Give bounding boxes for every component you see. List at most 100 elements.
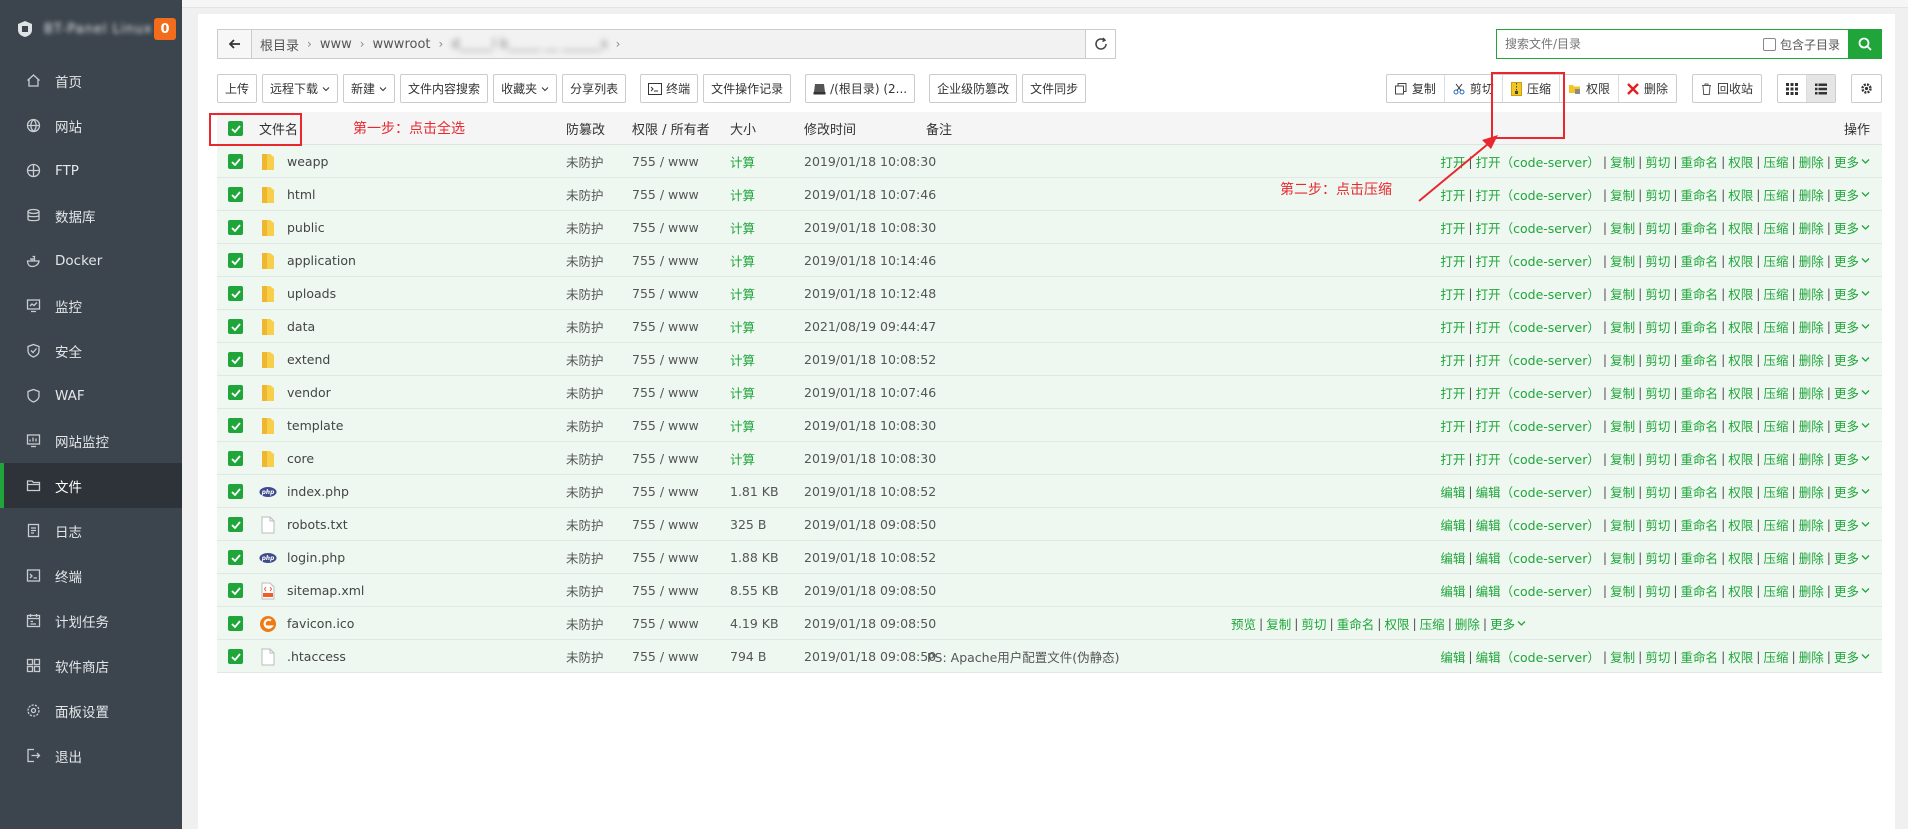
- row-name-cell[interactable]: template: [259, 409, 343, 442]
- table-row[interactable]: application 未防护 755 / www 计算 2019/01/18 10:1…: [217, 244, 1882, 277]
- row-op[interactable]: 复制: [1610, 383, 1635, 402]
- row-op[interactable]: 权限: [1728, 284, 1753, 303]
- row-op[interactable]: 重命名: [1681, 647, 1719, 666]
- file-note[interactable]: PS: Apache用户配置文件(伪静态): [927, 640, 1120, 673]
- file-name[interactable]: sitemap.xml: [287, 583, 364, 598]
- row-select-cell[interactable]: [228, 376, 243, 409]
- row-op[interactable]: 重命名: [1681, 218, 1719, 237]
- sidebar-item-14[interactable]: 面板设置: [0, 688, 182, 733]
- row-op[interactable]: 权限: [1728, 317, 1753, 336]
- crumb-wwwroot[interactable]: wwwroot: [373, 37, 431, 52]
- permission-owner[interactable]: 755 / www: [632, 541, 699, 574]
- row-op[interactable]: 重命名: [1681, 284, 1719, 303]
- row-select-cell[interactable]: [228, 178, 243, 211]
- row-op[interactable]: 打开（code-server）: [1476, 416, 1600, 435]
- disk-button[interactable]: /(根目录) (2...: [805, 74, 916, 103]
- permission-owner[interactable]: 755 / www: [632, 343, 699, 376]
- sidebar-item-6[interactable]: 安全: [0, 328, 182, 373]
- batch-delete-button[interactable]: 删除: [1619, 75, 1676, 102]
- row-op[interactable]: 打开（code-server）: [1476, 284, 1600, 303]
- tamper-status[interactable]: 未防护: [566, 541, 604, 574]
- file-name[interactable]: uploads: [287, 286, 336, 301]
- sidebar-item-2[interactable]: FTP: [0, 148, 182, 193]
- file-sync-button[interactable]: 文件同步: [1022, 74, 1087, 103]
- row-op[interactable]: 打开: [1440, 284, 1465, 303]
- row-op[interactable]: 删除: [1799, 581, 1824, 600]
- row-op[interactable]: 编辑: [1440, 647, 1465, 666]
- permission-owner[interactable]: 755 / www: [632, 376, 699, 409]
- row-op[interactable]: 更多: [1834, 284, 1859, 303]
- row-op[interactable]: 权限: [1728, 548, 1753, 567]
- file-size[interactable]: 计算: [730, 343, 755, 376]
- row-select-cell[interactable]: [228, 475, 243, 508]
- row-op[interactable]: 权限: [1728, 482, 1753, 501]
- row-name-cell[interactable]: extend: [259, 343, 330, 376]
- row-name-cell[interactable]: vendor: [259, 376, 331, 409]
- row-checkbox[interactable]: [228, 616, 243, 631]
- row-op[interactable]: 打开（code-server）: [1476, 383, 1600, 402]
- permission-owner[interactable]: 755 / www: [632, 277, 699, 310]
- sidebar-item-4[interactable]: Docker: [0, 238, 182, 283]
- file-size[interactable]: 计算: [730, 211, 755, 244]
- row-name-cell[interactable]: core: [259, 442, 314, 475]
- crumb-site[interactable]: d_____l b_____ __ ______s: [451, 37, 607, 52]
- tamper-status[interactable]: 未防护: [566, 475, 604, 508]
- table-row[interactable]: data 未防护 755 / www 计算 2021/08/19 09:44:47 打开 |…: [217, 310, 1882, 343]
- row-op[interactable]: 压缩: [1764, 449, 1789, 468]
- row-op[interactable]: 编辑（code-server）: [1476, 581, 1600, 600]
- tamper-status[interactable]: 未防护: [566, 574, 604, 607]
- row-op[interactable]: 压缩: [1764, 218, 1789, 237]
- file-name[interactable]: template: [287, 418, 343, 433]
- row-op[interactable]: 重命名: [1681, 317, 1719, 336]
- row-op[interactable]: 权限: [1728, 581, 1753, 600]
- row-op[interactable]: 剪切: [1645, 383, 1670, 402]
- row-select-cell[interactable]: [228, 607, 243, 640]
- row-op[interactable]: 打开（code-server）: [1476, 449, 1600, 468]
- table-row[interactable]: php login.php 未防护 755 / www 1.88 KB 2019/01/1…: [217, 541, 1882, 574]
- row-checkbox[interactable]: [228, 154, 243, 169]
- row-op[interactable]: 编辑（code-server）: [1476, 515, 1600, 534]
- row-op[interactable]: 删除: [1799, 449, 1824, 468]
- operation-log-button[interactable]: 文件操作记录: [703, 74, 792, 103]
- row-op[interactable]: 剪切: [1645, 251, 1670, 270]
- row-op[interactable]: 重命名: [1681, 185, 1719, 204]
- row-name-cell[interactable]: data: [259, 310, 315, 343]
- row-op[interactable]: 重命名: [1681, 515, 1719, 534]
- row-op[interactable]: 更多: [1834, 185, 1859, 204]
- row-op[interactable]: 压缩: [1764, 515, 1789, 534]
- row-op[interactable]: 压缩: [1764, 317, 1789, 336]
- row-checkbox[interactable]: [228, 253, 243, 268]
- row-op[interactable]: 剪切: [1645, 218, 1670, 237]
- row-op[interactable]: 剪切: [1645, 152, 1670, 171]
- row-op[interactable]: 删除: [1799, 284, 1824, 303]
- row-op[interactable]: 压缩: [1764, 482, 1789, 501]
- row-op[interactable]: 重命名: [1681, 383, 1719, 402]
- table-row[interactable]: .htaccess 未防护 755 / www 794 B 2019/01/18 09:…: [217, 640, 1882, 673]
- row-select-cell[interactable]: [228, 442, 243, 475]
- row-op[interactable]: 剪切: [1645, 647, 1670, 666]
- row-op[interactable]: 压缩: [1764, 647, 1789, 666]
- permission-owner[interactable]: 755 / www: [632, 574, 699, 607]
- row-op[interactable]: 编辑（code-server）: [1476, 482, 1600, 501]
- permission-owner[interactable]: 755 / www: [632, 211, 699, 244]
- row-op[interactable]: 重命名: [1681, 152, 1719, 171]
- row-op[interactable]: 删除: [1799, 350, 1824, 369]
- permission-owner[interactable]: 755 / www: [632, 442, 699, 475]
- table-row[interactable]: core 未防护 755 / www 计算 2019/01/18 10:08:30 打开 |…: [217, 442, 1882, 475]
- file-name[interactable]: html: [287, 187, 315, 202]
- row-op[interactable]: 删除: [1799, 647, 1824, 666]
- row-op[interactable]: 复制: [1610, 482, 1635, 501]
- list-view-button[interactable]: [1807, 75, 1835, 102]
- row-name-cell[interactable]: sitemap.xml: [259, 574, 364, 607]
- row-op[interactable]: 更多: [1490, 614, 1515, 633]
- row-op[interactable]: 打开: [1440, 449, 1465, 468]
- row-op[interactable]: 复制: [1610, 581, 1635, 600]
- row-checkbox[interactable]: [228, 583, 243, 598]
- permission-owner[interactable]: 755 / www: [632, 244, 699, 277]
- row-op[interactable]: 打开（code-server）: [1476, 317, 1600, 336]
- file-name[interactable]: login.php: [287, 550, 345, 565]
- row-op[interactable]: 更多: [1834, 317, 1859, 336]
- permission-owner[interactable]: 755 / www: [632, 145, 699, 178]
- row-op[interactable]: 重命名: [1681, 416, 1719, 435]
- sidebar-item-13[interactable]: 软件商店: [0, 643, 182, 688]
